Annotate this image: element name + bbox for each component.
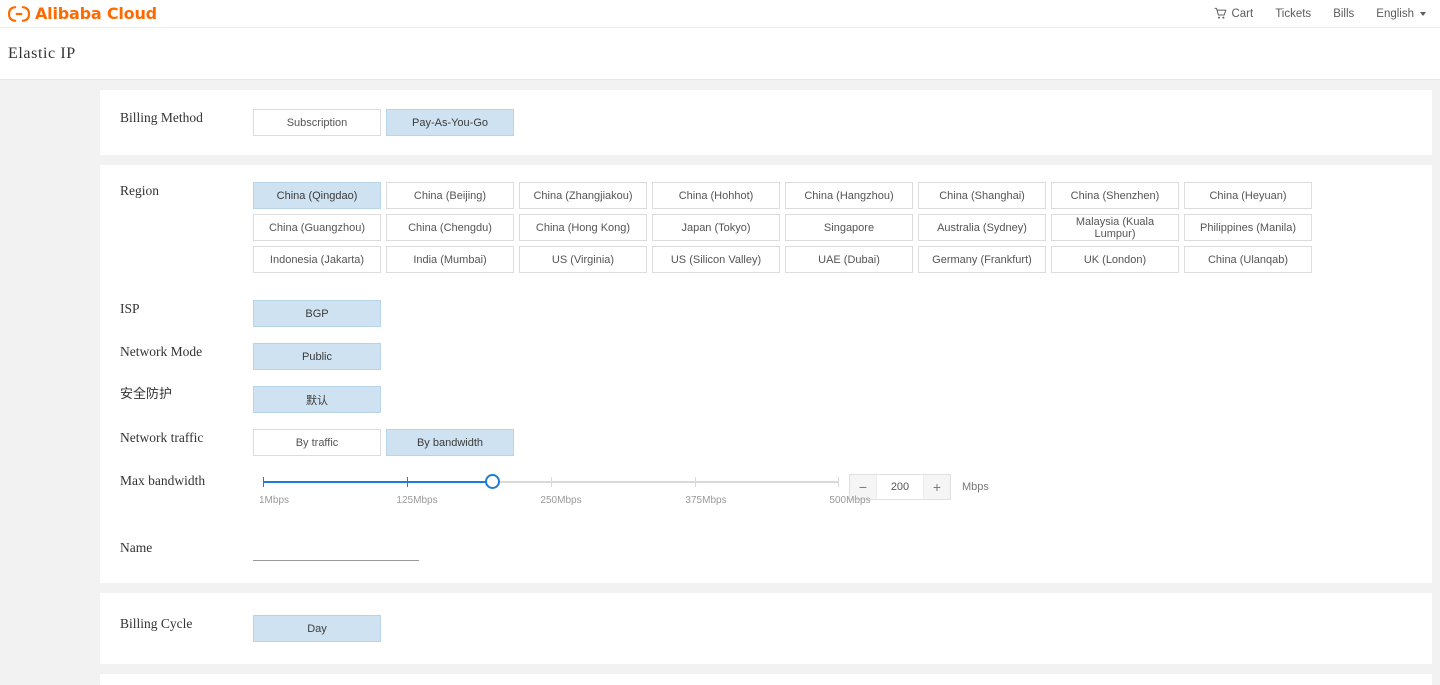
nav-item-bills-label: Bills bbox=[1333, 7, 1355, 20]
network-mode-row: Network Mode Public bbox=[100, 343, 1432, 370]
nav-item-bills[interactable]: Bills bbox=[1333, 8, 1354, 20]
bandwidth-slider[interactable]: 1Mbps 125Mbps 250Mbps 375Mbps 500Mbps bbox=[253, 472, 871, 511]
region-option-uae-dubai[interactable]: UAE (Dubai) bbox=[785, 246, 913, 273]
nav-item-language-label: English bbox=[1376, 7, 1414, 20]
name-input[interactable] bbox=[253, 539, 419, 561]
region-option-singapore[interactable]: Singapore bbox=[785, 214, 913, 241]
region-option-germany-frankfurt[interactable]: Germany (Frankfurt) bbox=[918, 246, 1046, 273]
slider-handle[interactable] bbox=[484, 474, 500, 489]
nav-item-cart-label: Cart bbox=[1231, 7, 1254, 20]
panel-gap bbox=[0, 583, 1440, 593]
top-navigation: Cart Tickets Bills English bbox=[1214, 7, 1426, 20]
network-traffic-options: By traffic By bandwidth bbox=[253, 429, 1432, 456]
quantity-panel: Quantity − 1 + bbox=[100, 674, 1432, 685]
network-traffic-option-by-traffic[interactable]: By traffic bbox=[253, 429, 381, 456]
brand-name: Alibaba Cloud bbox=[35, 4, 157, 23]
isp-row: ISP BGP bbox=[100, 300, 1432, 327]
panel-gap bbox=[0, 664, 1440, 674]
region-option-japan-tokyo[interactable]: Japan (Tokyo) bbox=[652, 214, 780, 241]
network-traffic-option-by-bandwidth[interactable]: By bandwidth bbox=[386, 429, 514, 456]
region-option-china-shenzhen[interactable]: China (Shenzhen) bbox=[1051, 182, 1179, 209]
slider-tick-label-1: 1Mbps bbox=[259, 495, 290, 506]
slider-tick-label-375: 375Mbps bbox=[685, 495, 727, 506]
region-row: Region China (Qingdao) China (Beijing) C… bbox=[100, 182, 1432, 273]
security-option-default[interactable]: 默认 bbox=[253, 386, 381, 413]
region-option-india-mumbai[interactable]: India (Mumbai) bbox=[386, 246, 514, 273]
name-label: Name bbox=[120, 540, 153, 555]
panel-gap bbox=[0, 155, 1440, 165]
slider-tick-1 bbox=[263, 477, 264, 487]
nav-item-tickets-label: Tickets bbox=[1275, 7, 1312, 20]
chevron-down-icon bbox=[1420, 11, 1426, 16]
page-title: Elastic IP bbox=[8, 44, 76, 62]
billing-method-options: Subscription Pay-As-You-Go bbox=[253, 109, 1432, 136]
alibaba-cloud-bracket-icon bbox=[8, 5, 30, 22]
region-option-china-beijing[interactable]: China (Beijing) bbox=[386, 182, 514, 209]
nav-item-language[interactable]: English bbox=[1376, 8, 1426, 20]
slider-tick-label-250: 250Mbps bbox=[540, 495, 582, 506]
top-bar: Alibaba Cloud Cart Tickets Bills English bbox=[0, 0, 1440, 28]
security-row: 安全防护 默认 bbox=[100, 386, 1432, 413]
bandwidth-value[interactable]: 200 bbox=[876, 475, 924, 499]
nav-item-tickets[interactable]: Tickets bbox=[1275, 8, 1311, 20]
slider-tick-375 bbox=[695, 477, 696, 487]
region-option-china-qingdao[interactable]: China (Qingdao) bbox=[253, 182, 381, 209]
region-grid: China (Qingdao) China (Beijing) China (Z… bbox=[253, 182, 1432, 273]
nav-item-cart[interactable]: Cart bbox=[1214, 7, 1253, 20]
region-option-china-ulanqab[interactable]: China (Ulanqab) bbox=[1184, 246, 1312, 273]
slider-tick-labels: 1Mbps 125Mbps 250Mbps 375Mbps 500Mbps bbox=[253, 495, 871, 511]
max-bandwidth-control: 1Mbps 125Mbps 250Mbps 375Mbps 500Mbps − … bbox=[253, 472, 1432, 511]
region-option-us-silicon-valley[interactable]: US (Silicon Valley) bbox=[652, 246, 780, 273]
isp-label: ISP bbox=[120, 301, 140, 316]
region-option-china-shanghai[interactable]: China (Shanghai) bbox=[918, 182, 1046, 209]
region-option-indonesia-jakarta[interactable]: Indonesia (Jakarta) bbox=[253, 246, 381, 273]
billing-cycle-label: Billing Cycle bbox=[120, 616, 193, 631]
region-option-china-heyuan[interactable]: China (Heyuan) bbox=[1184, 182, 1312, 209]
page-title-bar: Elastic IP bbox=[0, 28, 1440, 80]
slider-tick-label-125: 125Mbps bbox=[396, 495, 438, 506]
name-row: Name bbox=[100, 539, 1432, 561]
billing-cycle-option-day[interactable]: Day bbox=[253, 615, 381, 642]
brand-logo[interactable]: Alibaba Cloud bbox=[8, 4, 157, 23]
slider-tick-250 bbox=[551, 477, 552, 487]
security-label: 安全防护 bbox=[120, 387, 173, 402]
network-mode-option-public[interactable]: Public bbox=[253, 343, 381, 370]
network-traffic-row: Network traffic By traffic By bandwidth bbox=[100, 429, 1432, 456]
max-bandwidth-label: Max bandwidth bbox=[120, 473, 206, 488]
slider-tick-125 bbox=[407, 477, 408, 487]
billing-method-label: Billing Method bbox=[120, 110, 203, 125]
region-option-australia-sydney[interactable]: Australia (Sydney) bbox=[918, 214, 1046, 241]
billing-cycle-panel: Billing Cycle Day bbox=[100, 593, 1432, 664]
billing-method-option-subscription[interactable]: Subscription bbox=[253, 109, 381, 136]
slider-tick-500 bbox=[838, 477, 839, 487]
bandwidth-increment-button[interactable]: + bbox=[924, 475, 950, 499]
region-option-china-guangzhou[interactable]: China (Guangzhou) bbox=[253, 214, 381, 241]
bandwidth-unit-label: Mbps bbox=[962, 481, 989, 493]
region-option-china-hong-kong[interactable]: China (Hong Kong) bbox=[519, 214, 647, 241]
shopping-cart-icon bbox=[1214, 7, 1227, 19]
region-option-philippines-manila[interactable]: Philippines (Manila) bbox=[1184, 214, 1312, 241]
network-mode-label: Network Mode bbox=[120, 344, 203, 359]
region-option-uk-london[interactable]: UK (London) bbox=[1051, 246, 1179, 273]
network-traffic-label: Network traffic bbox=[120, 430, 204, 445]
slider-track[interactable] bbox=[263, 474, 839, 489]
region-option-china-zhangjiakou[interactable]: China (Zhangjiakou) bbox=[519, 182, 647, 209]
slider-track-fill bbox=[263, 481, 492, 483]
max-bandwidth-row: Max bandwidth 1Mbps 125Mbps 250Mbps 375M… bbox=[100, 472, 1432, 511]
region-option-us-virginia[interactable]: US (Virginia) bbox=[519, 246, 647, 273]
billing-method-option-pay-as-you-go[interactable]: Pay-As-You-Go bbox=[386, 109, 514, 136]
region-option-china-hangzhou[interactable]: China (Hangzhou) bbox=[785, 182, 913, 209]
billing-method-row: Billing Method Subscription Pay-As-You-G… bbox=[100, 109, 1432, 136]
region-option-china-hohhot[interactable]: China (Hohhot) bbox=[652, 182, 780, 209]
region-option-malaysia-kuala-lumpur[interactable]: Malaysia (Kuala Lumpur) bbox=[1051, 214, 1179, 241]
billing-cycle-row: Billing Cycle Day bbox=[100, 615, 1432, 642]
region-label: Region bbox=[120, 183, 159, 198]
slider-tick-label-500: 500Mbps bbox=[829, 495, 871, 506]
billing-method-panel: Billing Method Subscription Pay-As-You-G… bbox=[100, 90, 1432, 155]
isp-option-bgp[interactable]: BGP bbox=[253, 300, 381, 327]
region-option-china-chengdu[interactable]: China (Chengdu) bbox=[386, 214, 514, 241]
configuration-panel: Region China (Qingdao) China (Beijing) C… bbox=[100, 165, 1432, 583]
panel-gap bbox=[0, 80, 1440, 90]
